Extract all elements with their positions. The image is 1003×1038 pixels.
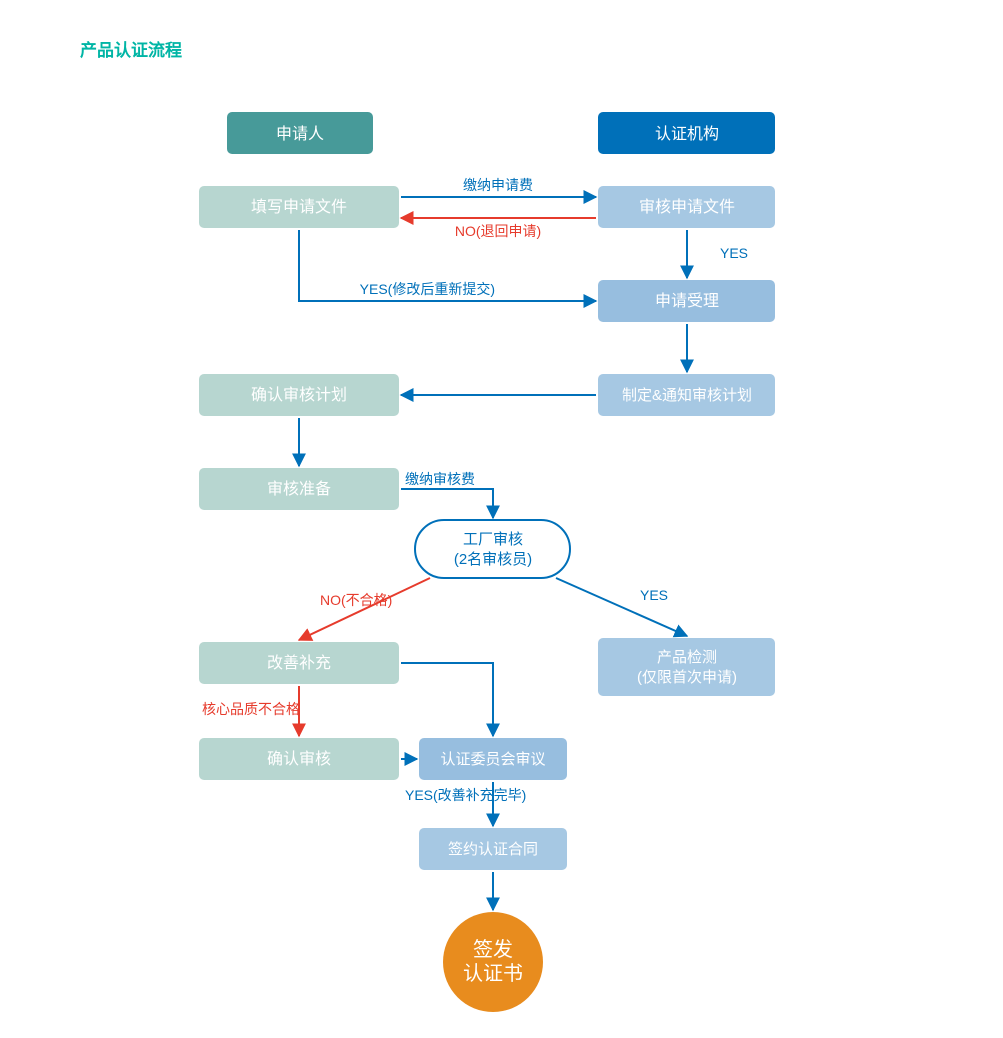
label-issue-cert-2: 认证书 — [463, 962, 523, 985]
label-improvement: 改善补充 — [267, 654, 331, 672]
label-product-test-2: (仅限首次申请) — [637, 669, 737, 686]
lbl-decision-yes: YES — [640, 587, 668, 603]
label-product-test-1: 产品检测 — [657, 649, 717, 666]
box-audit-prep: 审核准备 — [199, 468, 399, 510]
edge-decision-no — [299, 578, 430, 640]
box-confirm-audit: 确认审核 — [199, 738, 399, 780]
lbl-decision-no: NO(不合格) — [320, 592, 392, 608]
box-make-plan: 制定&通知审核计划 — [598, 374, 775, 416]
label-sign-contract: 签约认证合同 — [448, 841, 538, 858]
box-fill-application: 填写申请文件 — [199, 186, 399, 228]
lbl-pay-audit-fee: 缴纳审核费 — [405, 471, 475, 487]
final-issue-cert: 签发 认证书 — [443, 912, 543, 1012]
label-fill-application: 填写申请文件 — [251, 198, 347, 216]
decision-factory-audit: 工厂审核 (2名审核员) — [415, 520, 570, 578]
header-agency: 认证机构 — [598, 112, 775, 154]
box-improvement: 改善补充 — [199, 642, 399, 684]
box-product-test: 产品检测 (仅限首次申请) — [598, 638, 775, 696]
label-factory-audit-1: 工厂审核 — [463, 531, 523, 548]
label-factory-audit-2: (2名审核员) — [454, 551, 532, 568]
lbl-review-yes: YES — [720, 245, 748, 261]
box-confirm-plan: 确认审核计划 — [199, 374, 399, 416]
header-applicant: 申请人 — [227, 112, 373, 154]
lbl-core-fail: 核心品质不合格 — [202, 701, 300, 717]
label-make-plan: 制定&通知审核计划 — [622, 387, 752, 404]
header-agency-label: 认证机构 — [655, 125, 719, 143]
edge-prep-to-decision — [401, 489, 493, 518]
label-issue-cert-1: 签发 — [473, 938, 513, 961]
lbl-resubmit: YES(修改后重新提交) — [360, 281, 495, 297]
box-accept-application: 申请受理 — [598, 280, 775, 322]
box-committee-review: 认证委员会审议 — [419, 738, 567, 780]
edge-improve-to-committee-top — [401, 663, 493, 736]
label-review-application: 审核申请文件 — [639, 198, 735, 216]
lbl-pay-app-fee: 缴纳申请费 — [463, 177, 533, 193]
label-audit-prep: 审核准备 — [267, 480, 331, 498]
header-applicant-label: 申请人 — [276, 125, 324, 143]
label-confirm-plan: 确认审核计划 — [251, 386, 347, 404]
box-review-application: 审核申请文件 — [598, 186, 775, 228]
box-sign-contract: 签约认证合同 — [419, 828, 567, 870]
label-accept-application: 申请受理 — [655, 292, 719, 310]
label-confirm-audit: 确认审核 — [267, 750, 331, 768]
label-committee-review: 认证委员会审议 — [440, 751, 545, 768]
flow-diagram: 申请人 认证机构 填写申请文件 审核申请文件 缴纳申请费 NO(退回申请) YE… — [0, 0, 1003, 1038]
lbl-return-no: NO(退回申请) — [455, 223, 541, 239]
lbl-improve-done: YES(改善补充完毕) — [405, 787, 526, 803]
